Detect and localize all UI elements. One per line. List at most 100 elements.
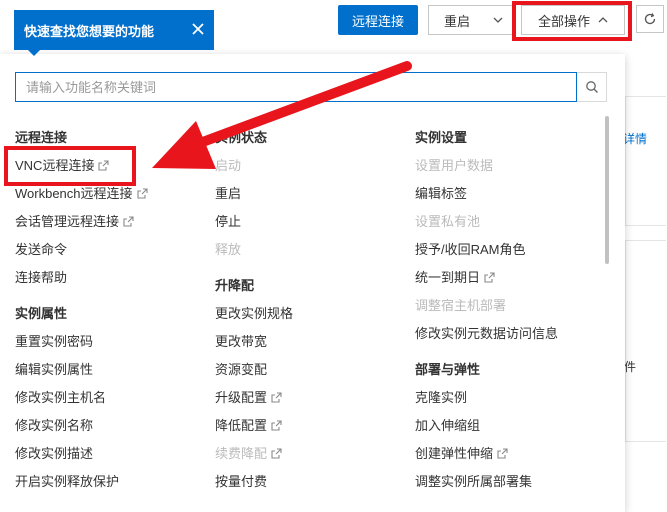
menu-item[interactable]: 开启实例释放保护 xyxy=(15,468,148,496)
menu-item[interactable]: 统一到期日 xyxy=(415,264,558,292)
menu-section-title: 升降配 xyxy=(215,278,255,293)
menu-item-label: 修改实例名称 xyxy=(15,418,94,433)
menu-item-label: 释放 xyxy=(215,242,242,257)
menu-item[interactable]: 编辑标签 xyxy=(415,180,558,208)
menu-item-label: 发送命令 xyxy=(15,242,68,257)
menu-item[interactable]: 修改实例描述 xyxy=(15,440,148,468)
menu-item: 设置私有池 xyxy=(415,208,558,236)
menu-column-2: 实例状态启动重启停止释放升降配更改实例规格 更改带宽资源变配升级配置降低配置续费降… xyxy=(215,124,293,496)
menu-item[interactable]: 调整实例所属部署集 xyxy=(415,468,558,496)
scrollbar[interactable] xyxy=(605,116,609,264)
menu-item-label: 升级配置 xyxy=(215,390,268,405)
menu-item-label: 修改实例主机名 xyxy=(15,390,107,405)
menu-item[interactable]: 编辑实例属性 xyxy=(15,356,148,384)
menu-item-label: 统一到期日 xyxy=(415,270,481,285)
menu-item: 调整宿主机部署 xyxy=(415,292,558,320)
menu-item-label: 加入伸缩组 xyxy=(415,418,481,433)
tooltip-text: 快速查找您想要的功能 xyxy=(24,23,155,39)
search-input[interactable] xyxy=(16,73,576,101)
menu-item-label: 降低配置 xyxy=(215,418,268,433)
menu-item: 设置用户数据 xyxy=(415,152,558,180)
menu-item[interactable]: 更改实例规格 xyxy=(215,300,293,328)
menu-item-label: 续费降配 xyxy=(215,446,268,461)
menu-item[interactable]: 重启 xyxy=(215,180,293,208)
menu-item-label: 连接帮助 xyxy=(15,270,68,285)
search-field[interactable] xyxy=(15,72,577,102)
menu-item-label: 停止 xyxy=(215,214,242,229)
refresh-button[interactable] xyxy=(636,5,664,33)
menu-item-label: 修改实例元数据访问信息 xyxy=(415,326,559,341)
menu-item-label: 资源变配 xyxy=(215,362,268,377)
background-card xyxy=(625,96,666,226)
menu-item[interactable]: 降低配置 xyxy=(215,412,293,440)
menu-section-title: 实例状态 xyxy=(215,130,268,145)
menu-column-3: 实例设置设置用户数据 编辑标签设置私有池授予/收回RAM角色 统一到期日调整宿主机部… xyxy=(415,124,558,496)
menu-section-title: 实例属性 xyxy=(15,306,68,321)
background-card xyxy=(625,240,666,442)
menu-item[interactable]: 修改实例主机名 xyxy=(15,384,148,412)
details-link[interactable]: 详情 xyxy=(623,130,647,147)
search-icon xyxy=(585,81,598,93)
menu-item-label: 更改带宽 xyxy=(215,334,268,349)
menu-item-label: 修改实例描述 xyxy=(15,446,94,461)
menu-item-label: 更改实例规格 xyxy=(215,306,294,321)
external-link-icon xyxy=(484,272,495,283)
menu-item[interactable]: 修改实例元数据访问信息 xyxy=(415,320,558,348)
annotation-highlight-box xyxy=(512,1,632,41)
menu-item[interactable]: 停止 xyxy=(215,208,293,236)
menu-item-label: 授予/收回RAM角色 xyxy=(415,242,526,257)
menu-item[interactable]: 连接帮助 xyxy=(15,264,148,292)
menu-item[interactable]: 克隆实例 xyxy=(415,384,558,412)
menu-item-label: 调整宿主机部署 xyxy=(415,298,507,313)
menu-item[interactable]: 资源变配 xyxy=(215,356,293,384)
menu-item[interactable]: 重置实例密码 xyxy=(15,328,148,356)
tooltip-pointer xyxy=(28,50,40,56)
menu-item[interactable]: 加入伸缩组 xyxy=(415,412,558,440)
menu-item-label: 重启 xyxy=(215,186,242,201)
close-icon[interactable] xyxy=(190,21,206,37)
menu-item-label: 设置用户数据 xyxy=(415,158,494,173)
refresh-icon xyxy=(644,13,656,25)
external-link-icon xyxy=(136,188,148,199)
menu-item-label: 编辑标签 xyxy=(415,186,468,201)
annotation-highlight-box xyxy=(4,146,136,186)
menu-item-label: 克隆实例 xyxy=(415,390,468,405)
menu-item[interactable]: 按量付费 xyxy=(215,468,293,496)
menu-section-title: 部署与弹性 xyxy=(415,362,481,377)
menu-item: 续费降配 xyxy=(215,440,293,468)
restart-dropdown-button[interactable] xyxy=(484,5,513,35)
menu-item-label: 创建弹性伸缩 xyxy=(415,446,494,461)
menu-item[interactable]: 升级配置 xyxy=(215,384,293,412)
menu-item-label: 会话管理远程连接 xyxy=(15,214,120,229)
restart-button[interactable]: 重启 xyxy=(428,5,486,35)
menu-item-label: 设置私有池 xyxy=(415,214,481,229)
menu-item-label: 重置实例密码 xyxy=(15,334,94,349)
menu-item[interactable]: 会话管理远程连接 xyxy=(15,208,148,236)
external-link-icon xyxy=(271,420,282,431)
menu-item[interactable]: 授予/收回RAM角色 xyxy=(415,236,558,264)
external-link-icon xyxy=(271,392,282,403)
all-actions-panel: 远程连接VNC远程连接Workbench远程连接会话管理远程连接发送命令连接帮助… xyxy=(0,54,625,512)
external-link-icon xyxy=(271,448,282,459)
menu-item-label: 调整实例所属部署集 xyxy=(415,474,533,489)
menu-item[interactable]: 修改实例名称 xyxy=(15,412,148,440)
menu-item: 启动 xyxy=(215,152,293,180)
menu-item[interactable]: 更改带宽 xyxy=(215,328,293,356)
menu-section-title: 实例设置 xyxy=(415,130,468,145)
feature-search-tooltip: 快速查找您想要的功能 xyxy=(14,10,214,50)
menu-item-label: 启动 xyxy=(215,158,242,173)
menu-item-label: 编辑实例属性 xyxy=(15,362,94,377)
menu-item-label: 按量付费 xyxy=(215,474,268,489)
external-link-icon xyxy=(497,448,508,459)
chevron-down-icon xyxy=(493,17,503,23)
remote-connect-button[interactable]: 远程连接 xyxy=(338,5,418,35)
menu-item-label: Workbench远程连接 xyxy=(15,186,133,201)
menu-item[interactable]: 发送命令 xyxy=(15,236,148,264)
background-text: 件 xyxy=(624,360,637,374)
menu-item[interactable]: 创建弹性伸缩 xyxy=(415,440,558,468)
search-button[interactable] xyxy=(577,72,607,102)
external-link-icon xyxy=(123,216,134,227)
